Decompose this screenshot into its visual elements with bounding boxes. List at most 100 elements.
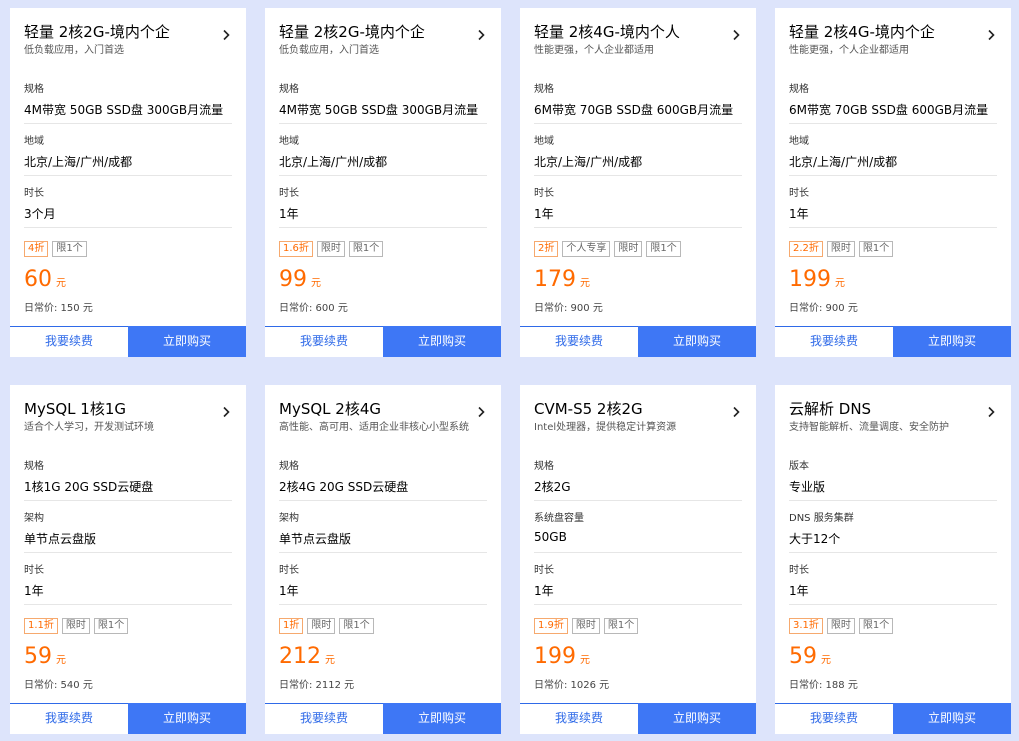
price-value: 212 <box>279 644 321 669</box>
price-unit: 元 <box>821 655 831 666</box>
renew-button[interactable]: 我要续费 <box>520 326 638 357</box>
tag-list: 1.6折 限时 限1个 <box>279 241 384 257</box>
card-header-link[interactable]: 云解析 DNS 支持智能解析、流量调度、安全防护 <box>789 399 997 439</box>
card-header-link[interactable]: 轻量 2核2G-境内个企 低负载应用，入门首选 <box>24 22 232 62</box>
card-header-link[interactable]: 轻量 2核4G-境内个人性能更强，个人企业都适用 <box>534 22 742 62</box>
spec-value: 单节点云盘版 <box>24 532 97 546</box>
spec-label: 时长 <box>534 565 554 576</box>
card-header-link[interactable]: CVM-S5 2核2G Intel处理器，提供稳定计算资源 <box>534 399 742 439</box>
price: 99 元 <box>279 266 321 294</box>
buy-now-button[interactable]: 立即购买 <box>383 326 501 357</box>
limit-badge: 限1个 <box>858 618 894 634</box>
limit-badge: 限时 <box>571 618 600 634</box>
card-title: 云解析 DNS <box>789 400 872 418</box>
chevron-right-icon[interactable] <box>220 26 232 41</box>
limit-badge: 限1个 <box>603 618 639 634</box>
discount-badge: 1折 <box>279 618 304 634</box>
chevron-right-icon[interactable] <box>730 26 742 41</box>
spec-row: 规格 6M带宽 70GB SSD盘 600GB月流量 <box>789 72 997 124</box>
spec-label: 架构 <box>279 513 299 524</box>
spec-row: 时长 1年 <box>534 176 742 228</box>
card-header-link[interactable]: MySQL 1核1G 适合个人学习，开发测试环境 <box>24 399 232 439</box>
price-unit: 元 <box>56 655 66 666</box>
price-unit: 元 <box>311 278 321 289</box>
buy-now-button[interactable]: 立即购买 <box>893 703 1011 734</box>
product-card: 轻量 2核4G-境内个企 性能更强，个人企业都适用规格 6M带宽 70GB SSD盘… <box>775 8 1011 357</box>
spec-label: 地域 <box>24 136 44 147</box>
spec-label: DNS 服务集群 <box>789 513 854 524</box>
tag-list: 2.2折 限时 限1个 <box>789 241 894 257</box>
spec-label: 版本 <box>789 461 809 472</box>
spec-value: 专业版 <box>789 480 826 494</box>
price-value: 59 <box>24 644 52 669</box>
renew-button[interactable]: 我要续费 <box>520 703 638 734</box>
card-title: 轻量 2核4G-境内个企 <box>789 23 935 41</box>
spec-row: 地域 北京/上海/广州/成都 <box>789 124 997 176</box>
tag-list: 3.1折 限时 限1个 <box>789 618 894 634</box>
spec-value: 北京/上海/广州/成都 <box>534 155 643 169</box>
product-card: 轻量 2核2G-境内个企 低负载应用，入门首选 规格 4M带宽 50GB SSD盘 3… <box>10 8 246 357</box>
button-row: 我要续费 立即购买 <box>265 326 501 357</box>
button-row: 我要续费 立即购买 <box>265 703 501 734</box>
price-value: 199 <box>789 267 831 292</box>
button-row: 我要续费 立即购买 <box>520 703 756 734</box>
tag-list: 4折 限1个 <box>24 241 87 257</box>
original-price: 日常价: 600 元 <box>279 303 348 314</box>
spec-row: DNS 服务集群 大于12个 <box>789 501 997 553</box>
buy-now-button[interactable]: 立即购买 <box>893 326 1011 357</box>
buy-now-button[interactable]: 立即购买 <box>128 326 246 357</box>
limit-badge: 限1个 <box>646 241 681 257</box>
original-price: 日常价: 2112 元 <box>279 680 355 691</box>
price-value: 60 <box>24 267 52 292</box>
spec-row: 时长 1年 <box>279 176 487 228</box>
spec-value: 1年 <box>24 584 44 598</box>
renew-button[interactable]: 我要续费 <box>265 703 383 734</box>
spec-row: 规格 6M带宽 70GB SSD盘 600GB月流量 <box>534 72 742 124</box>
original-price: 日常价: 900 元 <box>789 303 858 314</box>
card-header-link[interactable]: 轻量 2核2G-境内个企 低负载应用，入门首选 <box>279 22 487 62</box>
price: 212 元 <box>279 643 335 671</box>
discount-badge: 2.2折 <box>789 241 823 257</box>
spec-value: 6M带宽 70GB SSD盘 600GB月流量 <box>789 103 989 117</box>
chevron-right-icon[interactable] <box>730 403 742 418</box>
card-title: 轻量 2核2G-境内个企 <box>24 23 170 41</box>
renew-button[interactable]: 我要续费 <box>775 326 893 357</box>
price-value: 59 <box>789 644 817 669</box>
renew-button[interactable]: 我要续费 <box>10 703 128 734</box>
spec-value: 3个月 <box>24 207 56 221</box>
chevron-right-icon[interactable] <box>475 26 487 41</box>
spec-value: 4M带宽 50GB SSD盘 300GB月流量 <box>24 103 224 117</box>
button-row: 我要续费 立即购买 <box>10 703 246 734</box>
spec-label: 系统盘容量 <box>534 513 584 524</box>
chevron-right-icon[interactable] <box>220 403 232 418</box>
renew-button[interactable]: 我要续费 <box>775 703 893 734</box>
card-subtitle: 性能更强，个人企业都适用 <box>534 45 654 56</box>
spec-row: 规格 2核2G <box>534 449 742 501</box>
limit-badge: 限1个 <box>93 618 129 634</box>
buy-now-button[interactable]: 立即购买 <box>383 703 501 734</box>
renew-button[interactable]: 我要续费 <box>10 326 128 357</box>
original-price: 日常价: 900 元 <box>534 303 603 314</box>
card-header-link[interactable]: 轻量 2核4G-境内个企 性能更强，个人企业都适用 <box>789 22 997 62</box>
chevron-right-icon[interactable] <box>985 403 997 418</box>
renew-button[interactable]: 我要续费 <box>265 326 383 357</box>
buy-now-button[interactable]: 立即购买 <box>638 703 756 734</box>
limit-badge: 限时 <box>307 618 336 634</box>
spec-value: 1年 <box>279 584 299 598</box>
limit-badge: 限1个 <box>858 241 894 257</box>
button-row: 我要续费 立即购买 <box>775 326 1011 357</box>
buy-now-button[interactable]: 立即购买 <box>638 326 756 357</box>
spec-value: 北京/上海/广州/成都 <box>24 155 133 169</box>
price-unit: 元 <box>580 655 590 666</box>
buy-now-button[interactable]: 立即购买 <box>128 703 246 734</box>
limit-badge: 限1个 <box>52 241 87 257</box>
card-title: 轻量 2核4G-境内个人 <box>534 23 680 41</box>
price-unit: 元 <box>56 278 66 289</box>
original-price: 日常价: 188 元 <box>789 680 858 691</box>
chevron-right-icon[interactable] <box>985 26 997 41</box>
price: 199 元 <box>534 643 590 671</box>
card-header-link[interactable]: MySQL 2核4G 高性能、高可用、适用企业非核心小型系统 <box>279 399 487 439</box>
spec-value: 6M带宽 70GB SSD盘 600GB月流量 <box>534 103 734 117</box>
spec-value: 1年 <box>534 207 554 221</box>
chevron-right-icon[interactable] <box>475 403 487 418</box>
